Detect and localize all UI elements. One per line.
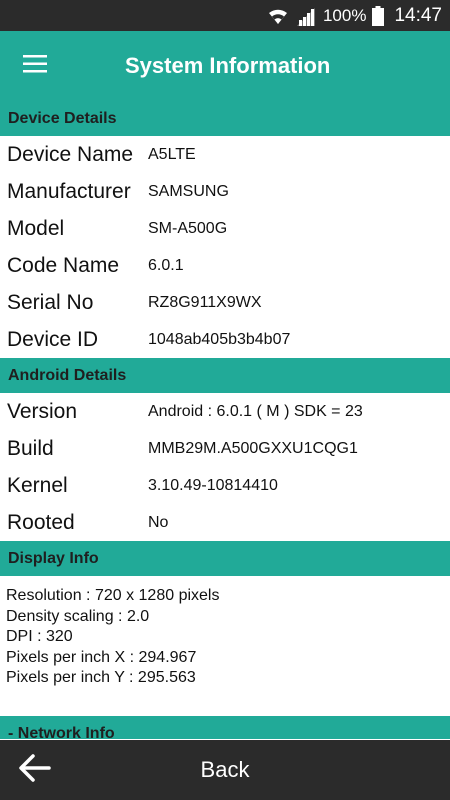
battery-icon: [372, 5, 385, 26]
display-info-block: Resolution : 720 x 1280 pixels Density s…: [0, 576, 450, 716]
row-label: Build: [7, 436, 54, 460]
display-line-resolution: Resolution : 720 x 1280 pixels: [6, 587, 220, 604]
info-row-build: Build MMB29M.A500GXXU1CQG1: [0, 430, 450, 467]
display-line-density: Density scaling : 2.0: [6, 607, 150, 625]
status-time: 14:47: [394, 4, 442, 26]
info-row-serial-no: Serial No RZ8G911X9WX: [0, 284, 450, 321]
row-label: Manufacturer: [7, 179, 131, 203]
row-value: SAMSUNG: [148, 182, 229, 200]
display-line-dpi: DPI : 320: [6, 628, 73, 645]
row-value: SM-A500G: [148, 219, 228, 237]
info-row-version: Version Android : 6.0.1 ( M ) SDK = 23: [0, 393, 450, 430]
info-row-model: Model SM-A500G: [0, 210, 450, 247]
section-header-device-details: Device Details: [0, 101, 450, 136]
section-header-android-details: Android Details: [0, 358, 450, 393]
info-row-rooted: Rooted No: [0, 504, 450, 541]
hamburger-menu-icon: [23, 54, 47, 78]
row-value: 3.10.49-10814410: [148, 476, 278, 494]
row-value: No: [148, 513, 169, 531]
info-row-device-id: Device ID 1048ab405b3b4b07: [0, 321, 450, 358]
page-title: System Information: [125, 53, 331, 78]
app-bar: System Information: [0, 31, 450, 101]
arrow-left-icon: [19, 753, 51, 787]
row-value: MMB29M.A500GXXU1CQG1: [148, 439, 358, 457]
info-row-code-name: Code Name 6.0.1: [0, 247, 450, 284]
info-row-device-name: Device Name A5LTE: [0, 136, 450, 173]
info-row-kernel: Kernel 3.10.49-10814410: [0, 467, 450, 504]
back-button[interactable]: [180, 740, 320, 800]
row-value: A5LTE: [148, 145, 196, 163]
menu-button[interactable]: [0, 31, 70, 101]
row-label: Device ID: [7, 327, 99, 351]
info-row-manufacturer: Manufacturer SAMSUNG: [0, 173, 450, 210]
info-scroll-area[interactable]: Device Details Device Name A5LTE Manufac…: [0, 101, 450, 739]
row-value: 6.0.1: [148, 256, 184, 274]
status-bar: 100% 14:47: [0, 0, 450, 31]
row-label: Device Name: [7, 142, 134, 166]
row-value: RZ8G911X9WX: [148, 293, 262, 311]
back-arrow-button[interactable]: [0, 740, 70, 800]
battery-percent: 100%: [322, 5, 367, 25]
device-details-list: Device Name A5LTE Manufacturer SAMSUNG M…: [0, 136, 450, 358]
android-details-list: Version Android : 6.0.1 ( M ) SDK = 23 B…: [0, 393, 450, 541]
row-value: Android : 6.0.1 ( M ) SDK = 23: [148, 402, 363, 420]
row-label: Code Name: [7, 253, 120, 277]
wifi-icon: [267, 6, 289, 26]
section-header-display-info: Display Info: [0, 541, 450, 576]
row-label: Kernel: [7, 473, 68, 497]
row-label: Rooted: [7, 510, 75, 534]
signal-icon: [295, 6, 317, 26]
bottom-bar: Back: [0, 740, 450, 800]
row-label: Model: [7, 216, 65, 240]
row-label: Version: [7, 399, 78, 423]
row-label: Serial No: [7, 290, 94, 314]
display-line-ppi-x: Pixels per inch X : 294.967: [6, 648, 197, 666]
display-line-ppi-y: Pixels per inch Y : 295.563: [6, 669, 196, 686]
row-value: 1048ab405b3b4b07: [148, 330, 291, 348]
section-header-network-info: - Network Info: [0, 716, 450, 739]
